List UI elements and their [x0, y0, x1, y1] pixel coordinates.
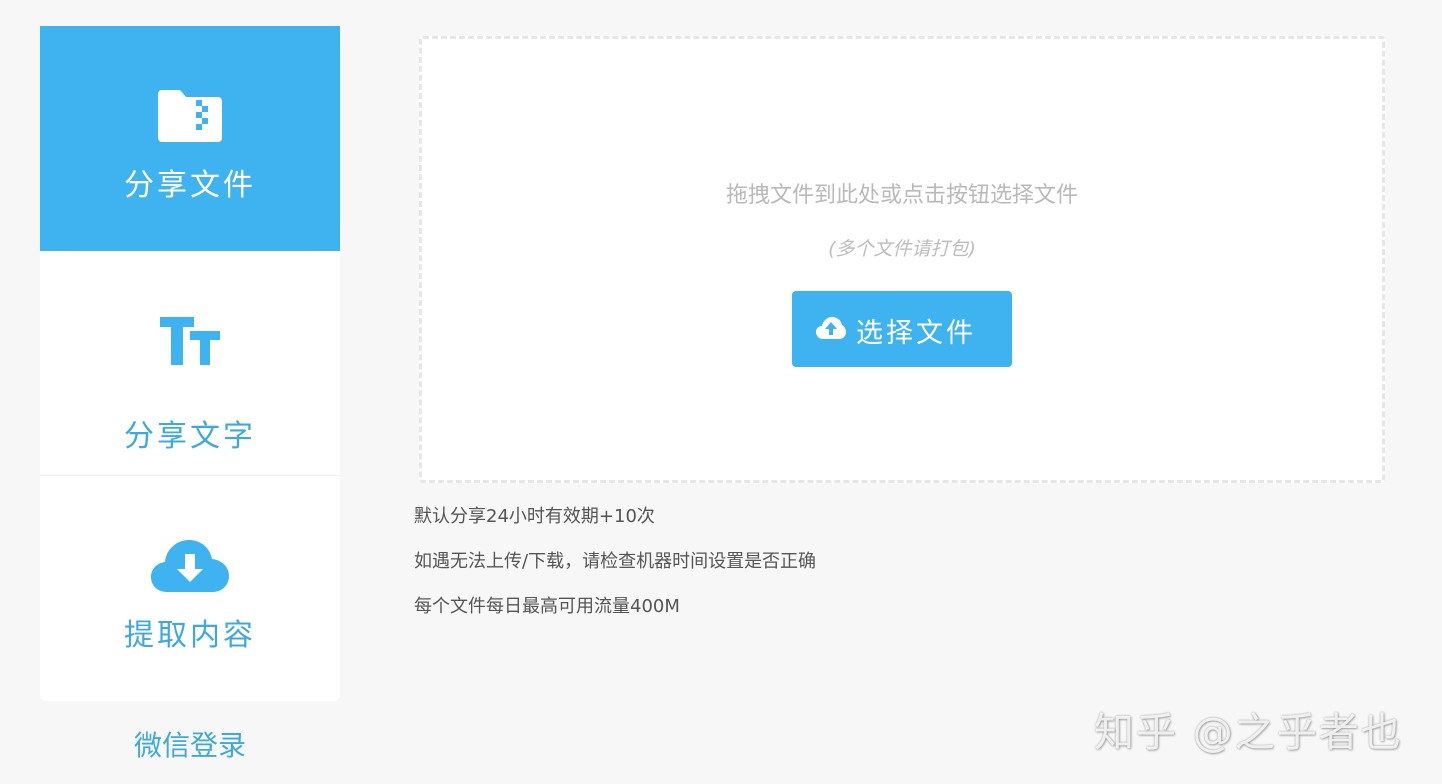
sidebar-item-label: 分享文字: [124, 419, 256, 454]
sidebar-item-label: 分享文件: [124, 168, 256, 203]
sidebar-item-label: 提取内容: [124, 618, 256, 653]
sidebar-item-share-file[interactable]: 分享文件: [40, 26, 340, 251]
sidebar-nav: 分享文件 分享文字 提取内容: [40, 26, 340, 701]
note-item: 默认分享24小时有效期+10次: [414, 506, 655, 527]
cloud-upload-icon: [816, 317, 846, 339]
note-item: 每个文件每日最高可用流量400M: [414, 596, 680, 617]
choose-file-label: 选择文件: [856, 318, 976, 349]
choose-file-button[interactable]: 选择文件: [792, 291, 1012, 367]
folder-zip-icon: [158, 90, 222, 142]
drop-sub-hint: (多个文件请打包): [828, 238, 976, 260]
watermark: 知乎 @之乎者也: [1094, 710, 1403, 756]
file-drop-zone[interactable]: 拖拽文件到此处或点击按钮选择文件 (多个文件请打包) 选择文件: [419, 36, 1385, 483]
drop-hint-text: 拖拽文件到此处或点击按钮选择文件: [725, 183, 1078, 208]
text-size-icon: [160, 317, 220, 365]
note-item: 如遇无法上传/下载，请检查机器时间设置是否正确: [414, 551, 817, 572]
wechat-login-link[interactable]: 微信登录: [40, 724, 340, 764]
sidebar-item-share-text[interactable]: 分享文字: [40, 251, 340, 476]
cloud-download-icon: [151, 540, 229, 592]
notes-list: 默认分享24小时有效期+10次 如遇无法上传/下载，请检查机器时间设置是否正确 …: [414, 505, 816, 640]
sidebar-item-retrieve[interactable]: 提取内容: [40, 476, 340, 701]
